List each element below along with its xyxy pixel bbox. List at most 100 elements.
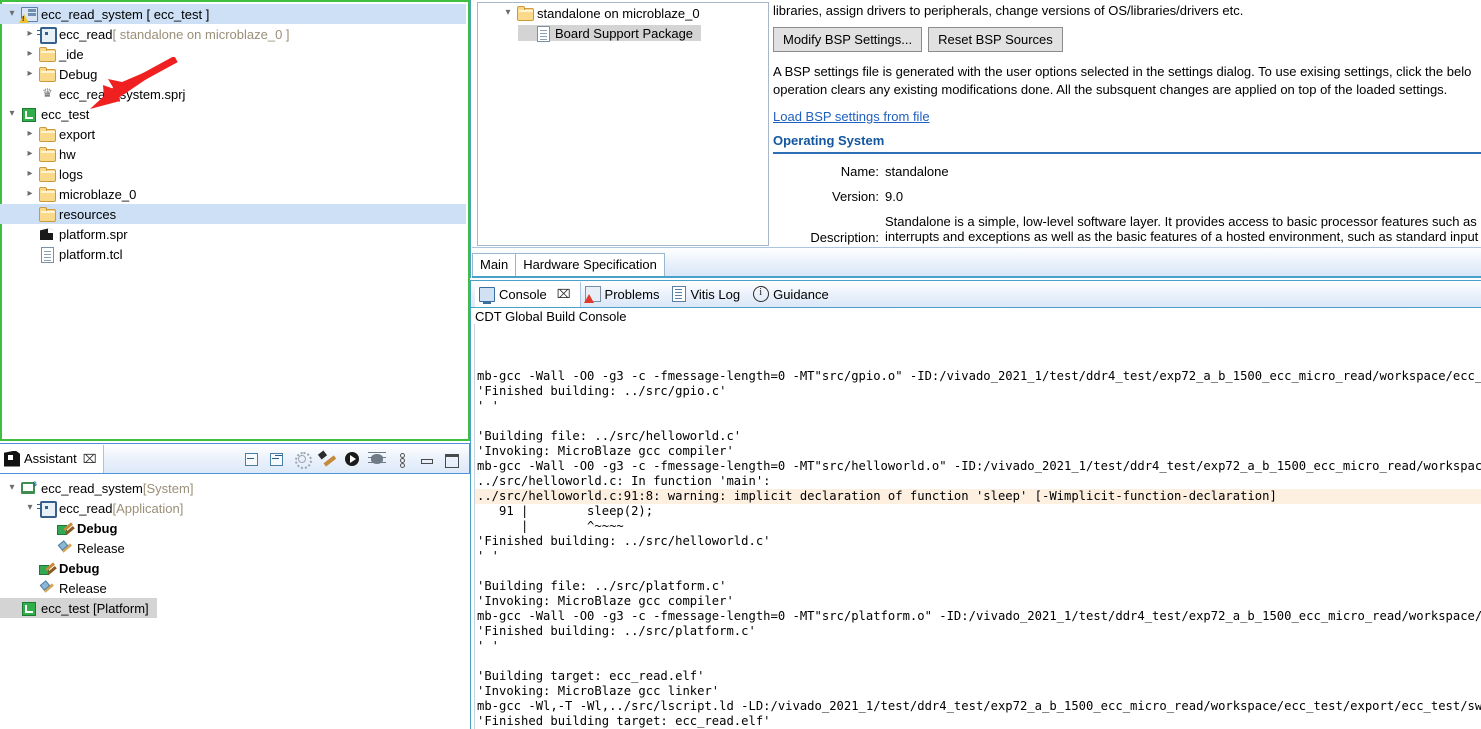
twisty-open-icon[interactable]: ▾ [22, 503, 38, 513]
assistant-item-ecc_test-platform[interactable]: ▸ ecc_test [Platform] [0, 598, 157, 618]
twisty-closed-icon[interactable]: ▸ [22, 29, 38, 39]
tree-item-export[interactable]: ▸ export [0, 124, 466, 144]
editor-tab-strip: Main Hardware Specification [472, 247, 1481, 278]
debug-icon[interactable] [368, 451, 386, 467]
assistant-item-debug[interactable]: ▸ Debug [0, 558, 470, 578]
tab-console[interactable]: Console ⌧ [475, 281, 581, 307]
vitis-log-icon [672, 286, 687, 302]
tree-item-ecc_read_system-sprj[interactable]: ▸ ♛ ecc_read_system.sprj [0, 84, 466, 104]
twisty-closed-icon[interactable]: ▸ [22, 189, 38, 199]
vitis-logo-icon [4, 450, 20, 467]
twisty-placeholder: ▸ [4, 603, 20, 613]
assistant-item-label: Release [59, 580, 107, 596]
tree-item-label: logs [59, 166, 83, 182]
bsp-field-name-value: standalone [885, 164, 949, 179]
console-output[interactable]: mb-gcc -Wall -O0 -g3 -c -fmessage-length… [471, 324, 1481, 729]
bsp-tree-item-board-support-package[interactable]: ▸ Board Support Package [478, 23, 768, 43]
console-line: mb-gcc -Wl,-T -Wl,../src/lscript.ld -LD:… [477, 699, 1481, 713]
twisty-open-icon[interactable]: ▾ [4, 9, 20, 19]
tab-vitis-log-label: Vitis Log [690, 286, 741, 302]
tree-item-ecc_test[interactable]: ▾ ecc_test [0, 104, 466, 124]
assistant-item-debug[interactable]: ▸ Debug [0, 518, 470, 538]
twisty-open-icon[interactable]: ▾ [4, 109, 20, 119]
bsp-tree[interactable]: ▾ standalone on microblaze_0▸ Board Suppor… [477, 2, 769, 246]
tree-item-debug[interactable]: ▸ Debug [0, 64, 466, 84]
console-line: ' ' [477, 639, 500, 653]
assistant-item-label: Debug [59, 560, 100, 576]
view-menu-icon[interactable] [394, 451, 410, 468]
console-line: ' ' [477, 399, 500, 413]
collapse-all-icon[interactable] [244, 451, 260, 467]
twisty-open-icon[interactable]: ▾ [500, 8, 516, 18]
tab-guidance[interactable]: Guidance [749, 282, 838, 307]
tree-item-_ide[interactable]: ▸ _ide [0, 44, 466, 64]
tree-item-logs[interactable]: ▸ logs [0, 164, 466, 184]
twisty-closed-icon[interactable]: ▸ [22, 49, 38, 59]
tab-vitis-log[interactable]: Vitis Log [668, 282, 749, 307]
bsp-tree-item-standalone-on-microblaze_0[interactable]: ▾ standalone on microblaze_0 [478, 3, 768, 23]
tree-item-resources[interactable]: ▸ resources [0, 204, 466, 224]
tree-item-ecc_read_system-ecc_test[interactable]: ▾ ecc_read_system [ ecc_test ] [0, 4, 466, 24]
chip-icon [37, 500, 57, 518]
twisty-closed-icon[interactable]: ▸ [22, 149, 38, 159]
tree-item-microblaze_0[interactable]: ▸ microblaze_0 [0, 184, 466, 204]
tree-item-platform-tcl[interactable]: ▸ platform.tcl [0, 244, 466, 264]
twisty-placeholder: ▸ [40, 543, 56, 553]
folder-icon [38, 206, 56, 222]
twisty-placeholder: ▸ [22, 583, 38, 593]
assistant-item-suffix: [System] [142, 480, 194, 496]
close-icon[interactable]: ⌧ [83, 452, 97, 466]
tab-problems[interactable]: Problems [581, 282, 669, 307]
assistant-item-ecc_read[interactable]: ▾ ecc_read [Application] [0, 498, 470, 518]
right-column: ▾ standalone on microblaze_0▸ Board Suppor… [470, 0, 1481, 729]
tree-item-platform-spr[interactable]: ▸ platform.spr [0, 224, 466, 244]
document-icon [534, 25, 552, 42]
bsp-editor: ▾ standalone on microblaze_0▸ Board Suppor… [470, 0, 1481, 278]
folder-icon [38, 146, 56, 162]
assistant-item-label: ecc_read [59, 500, 113, 516]
maximize-icon[interactable] [444, 451, 460, 467]
tab-console-label: Console [499, 286, 547, 302]
twisty-open-icon[interactable]: ▾ [4, 483, 20, 493]
minimize-icon[interactable] [419, 451, 435, 467]
console-tab-bar: Console ⌧ Problems Vitis Log Guidance [471, 280, 1481, 308]
system-package-icon [20, 479, 38, 496]
assistant-item-release[interactable]: ▸ Release [0, 538, 470, 558]
twisty-closed-icon[interactable]: ▸ [22, 169, 38, 179]
tab-hardware-specification[interactable]: Hardware Specification [516, 253, 665, 276]
platform-icon [20, 600, 38, 616]
build-config-active-icon [56, 520, 74, 536]
tree-item-label: hw [59, 146, 76, 162]
expand-all-icon[interactable] [269, 451, 285, 467]
document-icon [38, 246, 56, 263]
assistant-item-ecc_read_system[interactable]: ▾ ecc_read_system [System] [0, 478, 470, 498]
twisty-closed-icon[interactable]: ▸ [22, 129, 38, 139]
build-config-icon [38, 580, 56, 596]
project-explorer-tree[interactable]: ▾ ecc_read_system [ ecc_test ] ▸ecc_read [… [0, 4, 466, 264]
assistant-tree[interactable]: ▾ecc_read_system [System]▾ecc_read [Appl… [0, 474, 470, 618]
reset-bsp-sources-button[interactable]: Reset BSP Sources [928, 27, 1063, 52]
assistant-item-release[interactable]: ▸ Release [0, 578, 470, 598]
bsp-button-row: Modify BSP Settings... Reset BSP Sources [773, 27, 1481, 52]
twisty-placeholder: ▸ [22, 229, 38, 239]
tree-item-hw[interactable]: ▸ hw [0, 144, 466, 164]
run-icon[interactable] [344, 451, 360, 467]
console-line: 'Invoking: MicroBlaze gcc compiler' [477, 594, 734, 608]
tree-item-ecc_read[interactable]: ▸ ecc_read [ standalone on microblaze_0 ] [0, 24, 466, 44]
console-line: 91 | sleep(2); [477, 504, 654, 518]
tree-item-label: platform.spr [59, 226, 128, 242]
load-bsp-settings-link[interactable]: Load BSP settings from file [773, 109, 930, 124]
folder-icon [38, 46, 56, 62]
operating-system-heading: Operating System [773, 133, 885, 148]
twisty-closed-icon[interactable]: ▸ [22, 69, 38, 79]
tab-main[interactable]: Main [472, 253, 517, 276]
tree-item-label: ecc_test [41, 106, 90, 122]
folder-icon [38, 166, 56, 182]
tree-item-label: ecc_read_system [ ecc_test ] [41, 6, 210, 22]
close-icon[interactable]: ⌧ [557, 287, 571, 301]
build-hammer-icon[interactable] [319, 451, 335, 467]
gear-icon[interactable] [294, 451, 312, 469]
modify-bsp-settings-button[interactable]: Modify BSP Settings... [773, 27, 923, 52]
tab-assistant[interactable]: Assistant ⌧ [0, 444, 104, 473]
